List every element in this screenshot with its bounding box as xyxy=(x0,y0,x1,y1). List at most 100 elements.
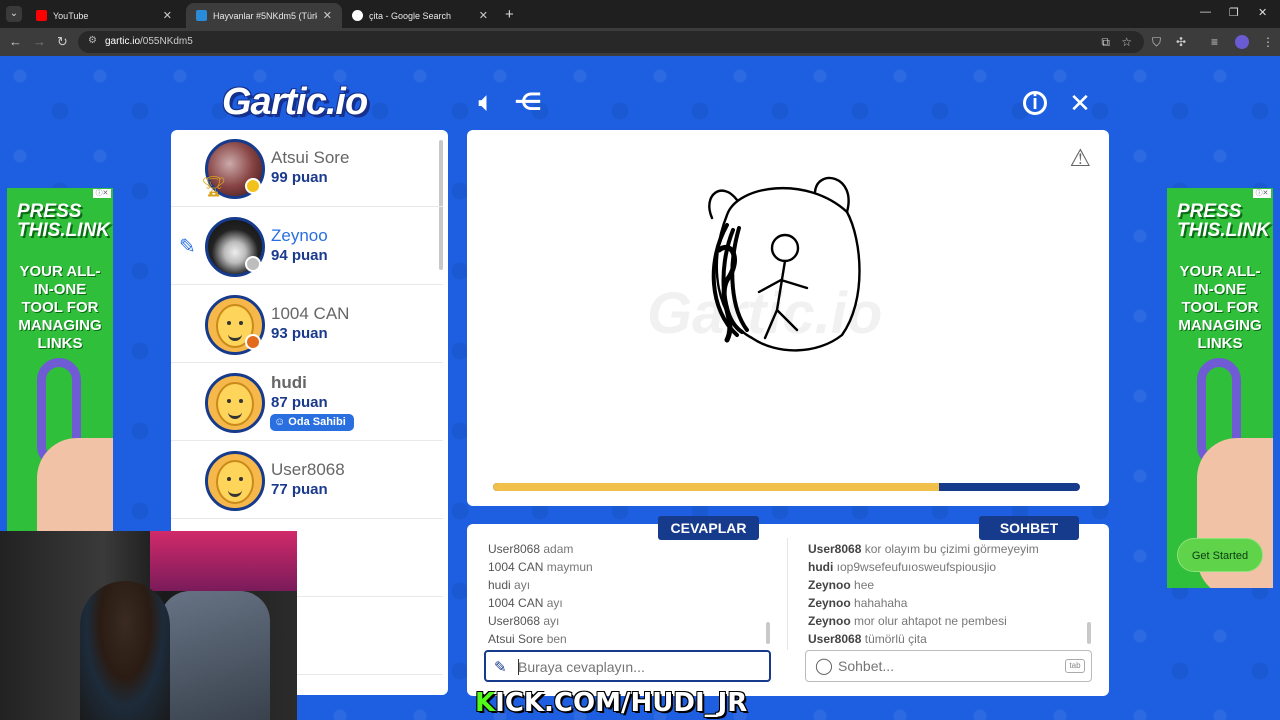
answers-scrollbar[interactable] xyxy=(766,622,770,644)
player-row[interactable]: ✎ Zeynoo 94 puan xyxy=(171,208,443,285)
ad-body: YOUR ALL-IN-ONE TOOL FOR MANAGING LINKS xyxy=(18,263,102,352)
panel-divider xyxy=(787,538,788,650)
status-dot xyxy=(245,256,261,272)
answer-text: ben xyxy=(546,632,567,646)
round-timer-fill xyxy=(493,483,940,491)
chat-user: hudi xyxy=(808,560,834,574)
close-window-icon[interactable]: ✕ xyxy=(1258,6,1267,19)
chat-text: kor olayım bu çizimi görmeyeyim xyxy=(864,542,1039,556)
tab-chat[interactable]: SOHBET xyxy=(979,516,1079,540)
tab-answers[interactable]: CEVAPLAR xyxy=(658,516,759,540)
url-text[interactable]: gartic.io/055NKdm5 xyxy=(105,36,193,47)
forward-icon[interactable]: → xyxy=(33,34,46,49)
chat-bubble-icon: ◯ xyxy=(815,658,833,675)
new-tab-button[interactable]: + xyxy=(505,6,514,23)
player-name: 1004 CAN xyxy=(271,304,350,323)
tab-title: çita - Google Search xyxy=(369,10,452,21)
ad-choices-icon[interactable]: ⓘ✕ xyxy=(1253,189,1271,198)
minimize-icon[interactable]: — xyxy=(1200,6,1211,18)
answer-text: maymun xyxy=(546,560,593,574)
answer-user: User8068 xyxy=(488,542,541,556)
answer-field[interactable]: ✎ xyxy=(484,650,771,682)
kick-prefix: K xyxy=(475,688,496,718)
ad-body: YOUR ALL-IN-ONE TOOL FOR MANAGING LINKS xyxy=(1178,263,1262,352)
neon-poster xyxy=(150,531,297,591)
chat-text: ıop9wsefeufuıosweufspiousjio xyxy=(836,560,997,574)
install-app-icon[interactable]: ⧉ xyxy=(1101,35,1110,50)
player-avatar xyxy=(205,373,265,433)
chat-user: User8068 xyxy=(808,542,862,556)
close-tab-icon[interactable]: ✕ xyxy=(323,9,332,22)
chat-line: User8068 kor olayım bu çizimi görmeyeyim xyxy=(808,540,1093,558)
bookmark-star-icon[interactable]: ☆ xyxy=(1121,35,1132,49)
extensions-puzzle-icon[interactable]: ✣ xyxy=(1176,35,1186,49)
chat-line: User8068 tümörlü çita xyxy=(808,630,1093,648)
chat-field[interactable]: ◯ tab xyxy=(805,650,1092,682)
site-info-icon[interactable]: ⚙ xyxy=(88,35,97,46)
ad-choices-icon[interactable]: ⓘ✕ xyxy=(93,189,111,198)
status-dot xyxy=(245,334,261,350)
player-name: Zeynoo xyxy=(271,226,328,245)
chat-line: Zeynoo mor olur ahtapot ne pembesi xyxy=(808,612,1093,630)
chat-user: User8068 xyxy=(808,632,862,646)
restore-icon[interactable]: ❐ xyxy=(1229,6,1239,19)
answers-chat-panel: CEVAPLAR SOHBET User8068 adam 1004 CAN m… xyxy=(467,516,1109,696)
answer-line: User8068 ayı xyxy=(488,612,778,630)
answer-line: hudi ayı xyxy=(488,576,778,594)
trophy-icon: 🏆︎ xyxy=(201,176,227,198)
answer-line: 1004 CAN maymun xyxy=(488,558,778,576)
answer-text: ayı xyxy=(546,596,563,610)
chat-input[interactable] xyxy=(838,655,1078,677)
player-row[interactable]: 1004 CAN 93 puan xyxy=(171,286,443,363)
info-icon[interactable]: i xyxy=(1023,91,1047,115)
logo-text: Gartic.io xyxy=(222,81,368,123)
tab-google-search[interactable]: çita - Google Search ✕ xyxy=(342,3,498,28)
reload-icon[interactable]: ↻ xyxy=(57,34,68,50)
drawing-canvas[interactable]: ⚠ Gartic.io xyxy=(467,130,1109,506)
ad-get-started-button[interactable]: Get Started xyxy=(1177,538,1263,572)
omnibox[interactable]: ⚙ gartic.io/055NKdm5 ⧉ ☆ xyxy=(78,31,1144,53)
tab-key-hint: tab xyxy=(1065,659,1085,673)
close-tab-icon[interactable]: ✕ xyxy=(163,9,172,22)
gartic-favicon-icon xyxy=(196,10,207,21)
chat-scrollbar[interactable] xyxy=(1087,622,1091,644)
gartic-logo: Gartic.io xyxy=(222,81,368,124)
chat-text: mor olur ahtapot ne pembesi xyxy=(854,614,1007,628)
player-name: hudi xyxy=(271,373,307,392)
chat-list: User8068 kor olayım bu çizimi görmeyeyim… xyxy=(808,540,1093,648)
profile-avatar[interactable] xyxy=(1235,35,1249,49)
close-game-icon[interactable]: ✕ xyxy=(1066,89,1094,117)
player-name: Atsui Sore xyxy=(271,148,350,167)
tab-gartic[interactable]: Hayvanlar #5NKdm5 (Türkçe) - ✕ xyxy=(186,3,342,28)
player-row[interactable]: User8068 77 puan xyxy=(171,442,443,519)
back-icon[interactable]: ← xyxy=(9,34,22,49)
answer-input[interactable] xyxy=(518,656,758,678)
ad-banner-left[interactable]: ⓘ✕ PRESS THIS.LINK YOUR ALL-IN-ONE TOOL … xyxy=(7,188,113,588)
answer-line: Atsui Sore ben xyxy=(488,630,778,648)
player-points: 87 puan xyxy=(271,394,328,411)
player-points: 77 puan xyxy=(271,481,328,498)
tab-title: YouTube xyxy=(53,10,89,21)
tab-search-chevron-icon[interactable]: ⌄ xyxy=(6,6,22,22)
tab-youtube[interactable]: YouTube ✕ xyxy=(26,3,182,28)
streamer-figure xyxy=(80,581,170,720)
answer-text: adam xyxy=(543,542,574,556)
media-control-icon[interactable]: ≡ xyxy=(1211,35,1218,49)
report-warning-icon[interactable]: ⚠ xyxy=(1069,144,1091,173)
answer-line: 1004 CAN ayı xyxy=(488,594,778,612)
player-row[interactable]: 🏆︎ Atsui Sore 99 puan xyxy=(171,130,443,207)
url-host: gartic.io xyxy=(105,36,141,47)
sound-icon[interactable]: 🔈︎ xyxy=(472,89,500,117)
chat-user: Zeynoo xyxy=(808,578,851,592)
chat-line: Zeynoo hee xyxy=(808,576,1093,594)
share-icon[interactable]: ⋲ xyxy=(514,89,542,117)
shield-extension-icon[interactable]: ⛉ xyxy=(1152,35,1161,50)
answer-user: 1004 CAN xyxy=(488,596,544,610)
chat-text: tümörlü çita xyxy=(864,632,927,646)
close-tab-icon[interactable]: ✕ xyxy=(479,9,488,22)
browser-tab-bar: ⌄ YouTube ✕ Hayvanlar #5NKdm5 (Türkçe) -… xyxy=(0,0,1280,28)
browser-menu-icon[interactable]: ⋮ xyxy=(1262,35,1274,49)
player-points: 99 puan xyxy=(271,169,328,186)
player-row[interactable]: hudi 87 puan ☺ Oda Sahibi xyxy=(171,364,443,441)
ad-banner-right[interactable]: ⓘ✕ PRESS THIS.LINK YOUR ALL-IN-ONE TOOL … xyxy=(1167,188,1273,588)
